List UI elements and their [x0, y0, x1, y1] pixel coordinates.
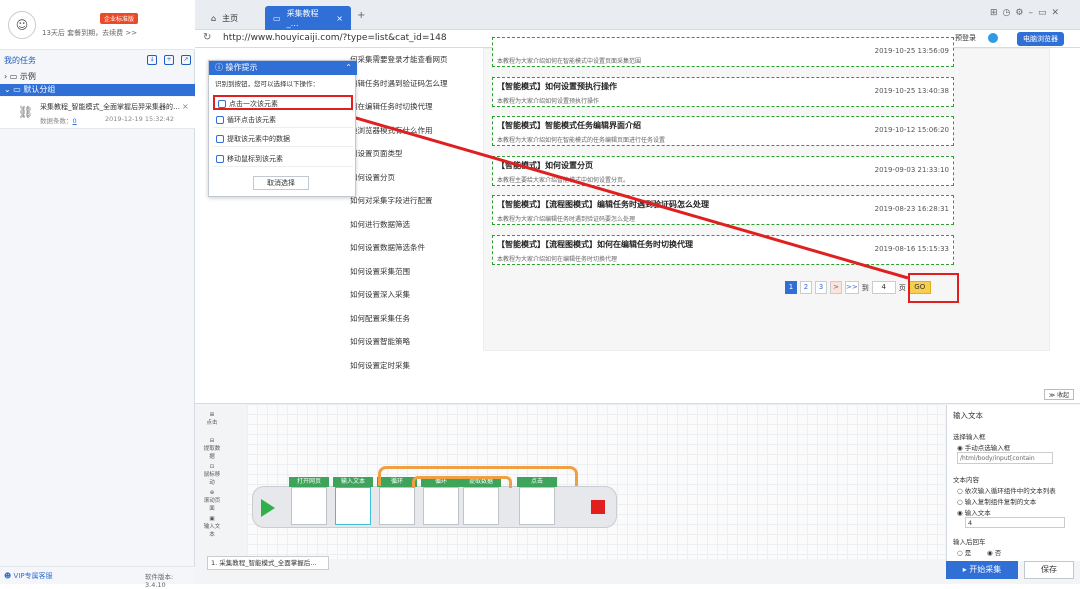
- tool-label: 输入文本: [203, 524, 221, 538]
- enter-no-radio[interactable]: ◉ 否: [987, 547, 1001, 557]
- tool-click[interactable]: ⊞ 点击: [203, 412, 221, 426]
- step-box: [463, 487, 499, 525]
- enter-yes-radio[interactable]: ○ 是: [957, 547, 971, 557]
- step-label: 输入文本: [333, 477, 373, 487]
- radio-label: 否: [994, 549, 1002, 557]
- loop-text-radio[interactable]: ○ 依次输入循环组件中的文本列表: [957, 485, 1056, 495]
- collapse-label: 收起: [1057, 392, 1070, 399]
- start-collect-button[interactable]: ▸ 开始采集: [946, 561, 1018, 579]
- loop-icon: [216, 116, 224, 124]
- option-label: 提取该元素中的数据: [227, 135, 290, 143]
- radio-label: 手动点选输入框: [964, 444, 1011, 452]
- enter-after-label: 输入后回车: [953, 538, 986, 546]
- step-box: [423, 487, 459, 525]
- info-icon: ⓘ: [215, 63, 226, 72]
- hover-option[interactable]: 移动鼠标到该元素: [213, 152, 353, 167]
- radio-label: 依次输入循环组件中的文本列表: [964, 487, 1056, 495]
- tool-input[interactable]: ▣ 输入文本: [203, 516, 221, 538]
- step-label: 打开网页: [289, 477, 329, 487]
- tool-label: 鼠标移动: [203, 472, 221, 486]
- step-open-page[interactable]: 打开网页: [289, 477, 329, 527]
- text-content-label: 文本内容: [953, 476, 979, 484]
- collapse-icon[interactable]: ⌃: [345, 61, 352, 75]
- popup-title: 操作提示: [225, 63, 258, 72]
- stop-icon: [591, 500, 605, 514]
- text-input[interactable]: 4: [965, 517, 1065, 528]
- xpath-field[interactable]: /html/body/input[contain: [957, 452, 1053, 464]
- props-title: 输入文本: [953, 411, 983, 420]
- step-box: [291, 487, 327, 525]
- properties-panel: 输入文本 选择输入框 ◉ 手动点选输入框 /html/body/input[co…: [946, 405, 1080, 561]
- operation-popup: ⓘ 操作提示 ⌃ 识别到按钮，您可以选择以下操作： 点击一次该元素 循环点击该元素…: [208, 60, 357, 197]
- copy-text-radio[interactable]: ○ 输入复制组件复制的文本: [957, 496, 1036, 506]
- tool-label: 滚动页面: [203, 498, 221, 512]
- manual-select-radio[interactable]: ◉ 手动点选输入框: [957, 442, 1010, 452]
- mouse-icon: [216, 155, 224, 163]
- step-box: [519, 487, 555, 525]
- button-label: 开始采集: [969, 565, 1002, 574]
- tool-column: ⊞ 点击 ⊟ 提取数据 ⊡ 鼠标移动 ⊕ 滚动页面 ▣ 输入文本: [203, 408, 221, 558]
- select-input-label: 选择输入框: [953, 433, 986, 441]
- radio-label: 是: [964, 549, 972, 557]
- extract-icon: [216, 135, 224, 143]
- cancel-selection-button[interactable]: 取消选择: [253, 176, 309, 190]
- step-input-text[interactable]: 输入文本: [333, 477, 373, 527]
- radio-label: 输入文本: [964, 509, 991, 517]
- tool-label: 点击: [206, 420, 218, 426]
- loop-click-option[interactable]: 循环点击该元素: [213, 113, 353, 128]
- task-strip[interactable]: 1. 采集教程_智能模式_全面掌握后…: [207, 556, 329, 570]
- flow-diagram: 打开网页 输入文本 循环 循环 提取数据 点击: [252, 477, 617, 528]
- tool-label: 提取数据: [203, 446, 221, 460]
- popup-header: ⓘ 操作提示 ⌃: [209, 61, 357, 75]
- popup-desc: 识别到按钮，您可以选择以下操作：: [215, 80, 319, 88]
- tool-scroll[interactable]: ⊕ 滚动页面: [203, 490, 221, 512]
- inner-loop-outline: [412, 476, 512, 488]
- start-icon: [261, 499, 275, 517]
- extract-data-option[interactable]: 提取该元素中的数据: [213, 132, 353, 147]
- click-once-option[interactable]: 点击一次该元素: [213, 95, 353, 110]
- option-label: 循环点击该元素: [227, 116, 276, 124]
- radio-label: 输入复制组件复制的文本: [964, 498, 1037, 506]
- step-box: [379, 487, 415, 525]
- step-box: [335, 487, 371, 525]
- option-label: 点击一次该元素: [229, 100, 278, 108]
- arrow-line: [312, 100, 909, 280]
- click-icon: [218, 100, 226, 108]
- collapse-button[interactable]: ≫ 收起: [1044, 389, 1074, 400]
- save-button[interactable]: 保存: [1024, 561, 1074, 579]
- option-label: 移动鼠标到该元素: [227, 155, 283, 163]
- input-text-radio[interactable]: ◉ 输入文本: [957, 507, 991, 517]
- tool-mouse[interactable]: ⊡ 鼠标移动: [203, 464, 221, 486]
- tool-extract[interactable]: ⊟ 提取数据: [203, 438, 221, 460]
